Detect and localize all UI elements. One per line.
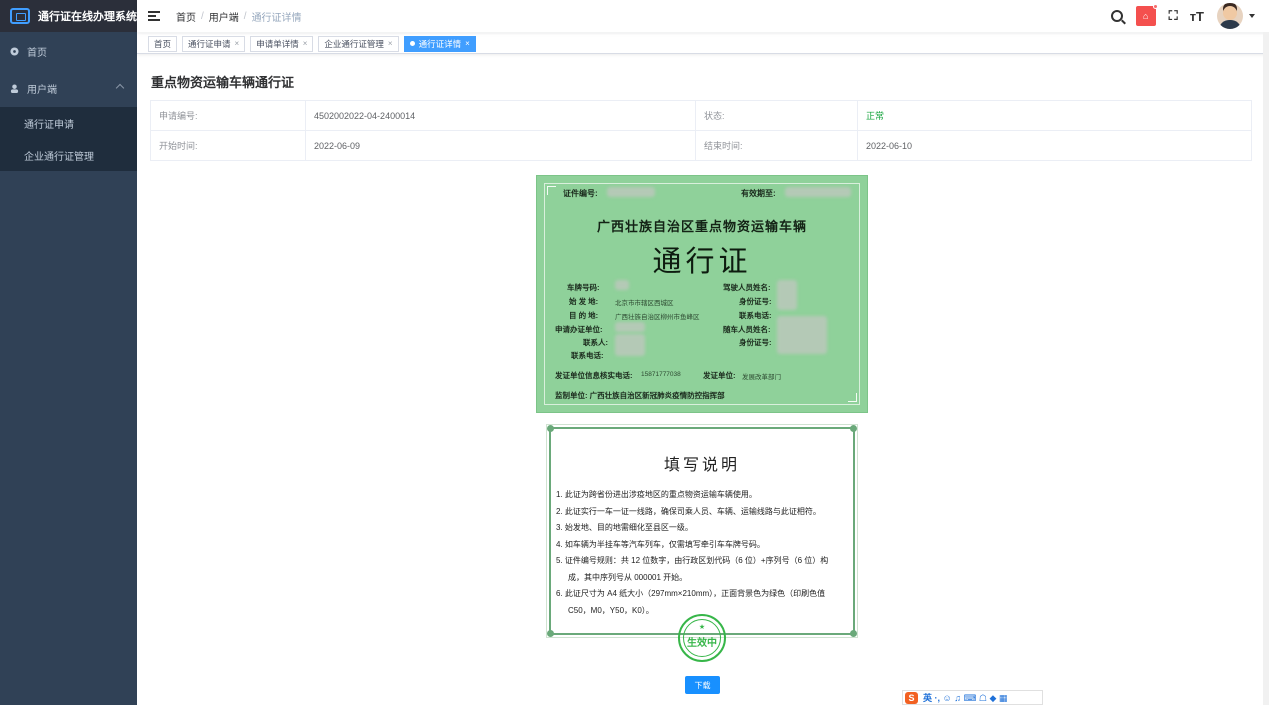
instructions-list: 1. 此证为跨省份进出涉疫地区的重点物资运输车辆使用。 2. 此证实行一车一证一… [556,487,849,619]
right-menu: ⌂ ⛶ тT [1098,0,1255,32]
font-size-icon[interactable]: тT [1190,9,1204,24]
destination-value: 广西壮族自治区柳州市鱼峰区 [615,314,700,321]
top-navbar: 首页 / 用户端 / 通行证详情 ⌂ ⛶ тT [137,0,1269,32]
start-time-label: 开始时间: [150,130,306,161]
sidebar-item-label: 首页 [27,48,47,59]
close-icon[interactable]: × [388,37,393,51]
tag-apply-detail[interactable]: 申请单详情 × [250,35,314,52]
sidebar-item-enterprise-pass[interactable]: 企业通行证管理 [0,139,137,171]
home-icon: ⌂ [1142,11,1149,21]
user-icon [10,84,19,93]
dashboard-icon [10,47,19,56]
page-title: 重点物资运输车辆通行证 [151,75,295,90]
tags-view: 首页 通行证申请 × 申请单详情 × 企业通行证管理 × 通行证详情 × [137,34,1269,54]
end-time-label: 结束时间: [695,130,858,161]
scrollbar[interactable] [1263,32,1269,705]
origin-value: 北京市市辖区西城区 [615,300,674,307]
start-time-value: 2022-06-09 [305,130,696,161]
breadcrumb-home[interactable]: 首页 [176,9,196,24]
sidebar-item-label: 通行证申请 [24,119,74,131]
sogou-logo-icon: S [905,691,918,704]
cert-big-title: 通行证 [652,244,752,278]
download-button[interactable]: 下载 [685,676,720,694]
valid-until-label: 有效期至: [741,189,776,198]
instructions-title: 填写说明 [663,455,740,474]
list-item: 5. 证件编号规则：共 12 位数字，由行政区划代码（6 位）+序列号（6 位）… [556,556,829,565]
list-item: 成，其中序列号从 000001 开始。 [568,572,688,582]
sidebar-item-label: 企业通行证管理 [24,151,94,163]
cert-no-label: 证件编号: [563,189,598,198]
stamp-text: 生效中 [687,637,717,649]
sidebar-submenu: 通行证申请 企业通行证管理 [0,107,137,171]
close-icon[interactable]: × [465,37,470,51]
app-logo-bar: 通行证在线办理系统 [0,0,137,32]
end-time-value: 2022-06-10 [857,130,1252,161]
breadcrumb-section[interactable]: 用户端 [209,9,239,24]
close-icon[interactable]: × [235,37,240,51]
detail-descriptions: 申请编号: 4502002022-04-2400014 状态: 正常 开始时间:… [150,100,1252,161]
sidebar-item-user[interactable]: 用户端 [0,70,137,107]
tag-enterprise-pass[interactable]: 企业通行证管理 × [318,35,399,52]
breadcrumb: 首页 / 用户端 / 通行证详情 [176,9,302,24]
notification-dot [1152,4,1158,9]
instructions-panel: 填写说明 1. 此证为跨省份进出涉疫地区的重点物资运输车辆使用。 2. 此证实行… [546,424,858,638]
chevron-up-icon [115,83,125,93]
breadcrumb-current: 通行证详情 [251,12,302,24]
list-item: 4. 如车辆为半挂车等汽车列车，仅需填写牵引车车牌号码。 [556,539,765,549]
home-notify-button[interactable]: ⌂ [1135,4,1158,26]
ime-tools[interactable]: 英 ·, ☺ ♫ ⌨ ☖ ◆ ▦ [923,691,1007,704]
ime-toolbar[interactable]: S 英 ·, ☺ ♫ ⌨ ☖ ◆ ▦ [902,690,1043,705]
user-menu[interactable] [1217,3,1255,29]
tag-home[interactable]: 首页 [148,35,178,52]
caret-down-icon [1249,14,1255,18]
star-icon: ★ [698,624,706,631]
main-content: 重点物资运输车辆通行证 申请编号: 4502002022-04-2400014 … [137,55,1263,705]
cert-title: 广西壮族自治区重点物资运输车辆 [596,219,807,234]
sidebar-item-label: 用户端 [27,85,57,96]
pass-certificate: 证件编号: 有效期至: 广西壮族自治区重点物资运输车辆 通行证 车牌号码: 始 … [536,175,868,413]
sidebar: 通行证在线办理系统 首页 用户端 通行证申请 企业通行证管理 [0,0,137,705]
list-item: 1. 此证为跨省份进出涉疫地区的重点物资运输车辆使用。 [556,490,757,499]
status-label: 状态: [695,100,858,131]
tag-pass-detail[interactable]: 通行证详情 × [403,35,476,52]
close-icon[interactable]: × [303,37,308,51]
list-item: 3. 始发地、目的地需细化至县区一级。 [556,523,693,532]
app-title: 通行证在线办理系统 [38,11,137,23]
avatar[interactable] [1217,3,1243,29]
tag-pass-apply[interactable]: 通行证申请 × [182,35,246,52]
supervisor-text: 监制单位: 广西壮族自治区新冠肺炎疫情防控指挥部 [555,391,725,400]
valid-stamp: ★ 生效中 [678,614,726,662]
sidebar-item-pass-apply[interactable]: 通行证申请 [0,107,137,139]
search-icon[interactable] [1110,10,1123,22]
fullscreen-icon[interactable]: ⛶ [1169,8,1178,24]
apply-no-value: 4502002022-04-2400014 [305,100,696,131]
status-value: 正常 [857,100,1252,131]
list-item: 6. 此证尺寸为 A4 纸大小（297mm×210mm），正面背景色为绿色（印刷… [556,589,826,598]
logo-icon [10,8,30,24]
list-item: 2. 此证实行一车一证一线路，确保司乘人员、车辆、运输线路与此证相符。 [556,506,821,516]
apply-no-label: 申请编号: [150,100,306,131]
sidebar-item-home[interactable]: 首页 [0,33,137,70]
hamburger-icon[interactable] [148,11,160,21]
